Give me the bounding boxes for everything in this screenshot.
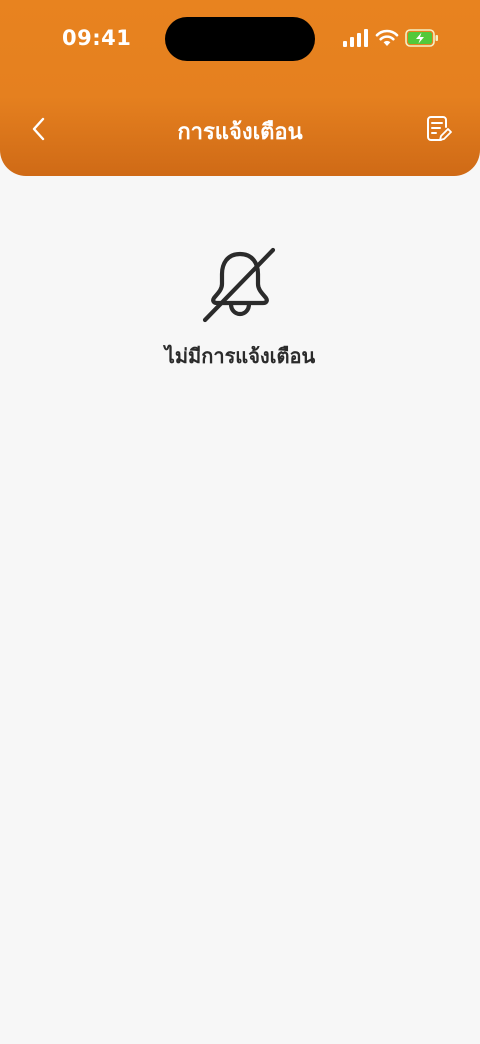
dynamic-island — [165, 17, 315, 61]
battery-charging-icon — [405, 29, 438, 47]
app-header: 09:41 การแจ้งเตือน — [0, 0, 480, 176]
cellular-signal-icon — [343, 29, 368, 47]
status-bar: 09:41 — [0, 0, 480, 80]
empty-message: ไม่มีการแจ้งเตือน — [164, 344, 316, 368]
page-title: การแจ้งเตือน — [177, 120, 303, 145]
chevron-left-icon — [32, 117, 45, 141]
empty-state: ไม่มีการแจ้งเตือน — [0, 240, 480, 372]
status-time: 09:41 — [62, 26, 132, 50]
back-button[interactable] — [22, 112, 56, 146]
bell-off-icon — [202, 247, 276, 323]
nav-bar: การแจ้งเตือน — [0, 100, 480, 160]
note-edit-icon — [427, 116, 452, 141]
edit-notes-button[interactable] — [421, 112, 455, 146]
wifi-icon — [375, 29, 399, 46]
